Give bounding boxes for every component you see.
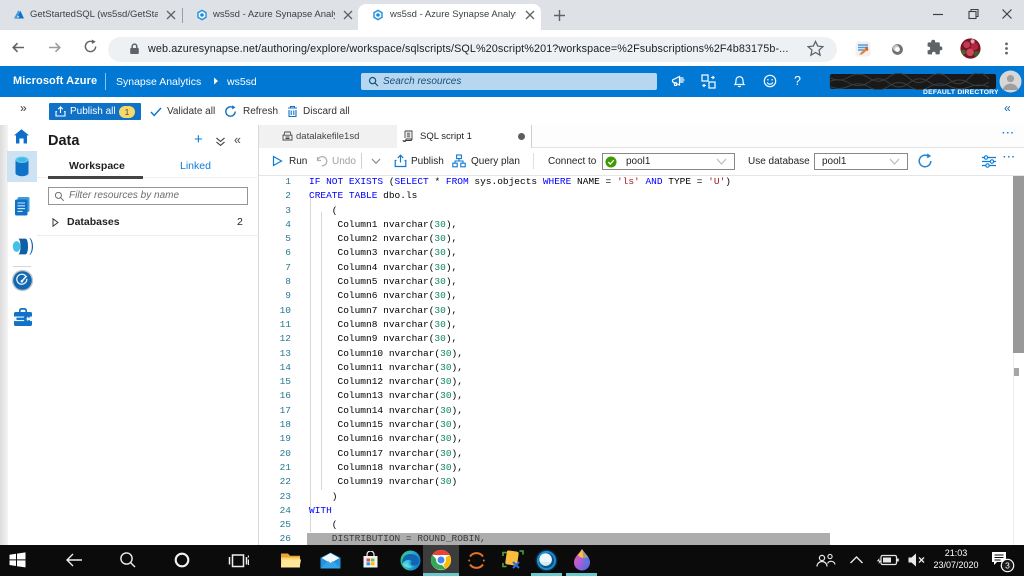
svg-text:3: 3: [1005, 561, 1010, 571]
